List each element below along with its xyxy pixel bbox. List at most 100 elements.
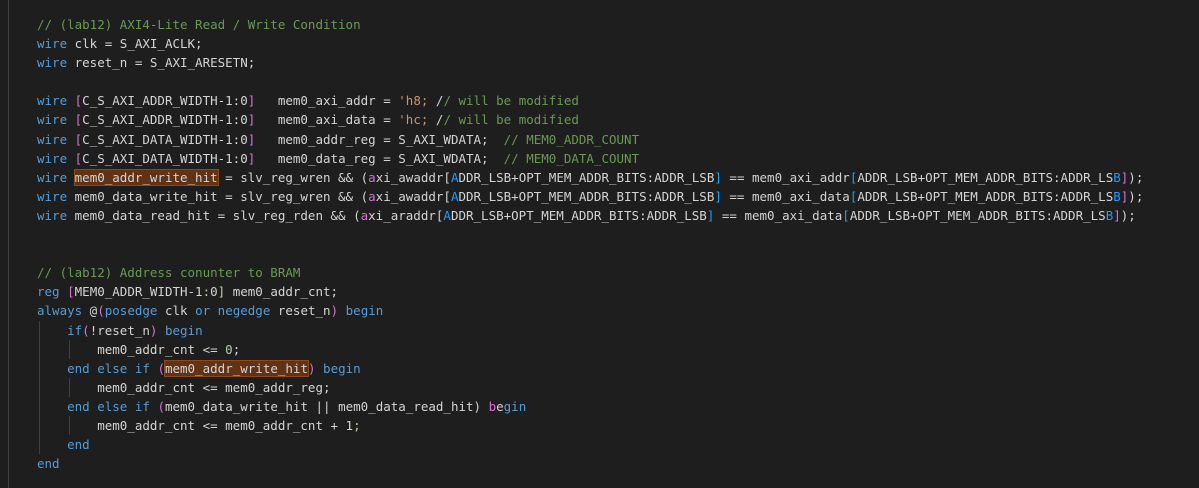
- code-line[interactable]: wire clk = S_AXI_ACLK;: [37, 34, 1143, 53]
- code-line[interactable]: // (lab12) AXI4-Lite Read / Write Condit…: [37, 15, 1143, 34]
- code-content[interactable]: // (lab12) AXI4-Lite Read / Write Condit…: [37, 15, 1143, 473]
- identifier: C_S_AXI_DATA_WIDTH-1:0: [82, 150, 248, 166]
- keyword: wire: [37, 207, 68, 223]
- identifier: mem0_data_read_hit = slv_reg_rden && (: [67, 207, 361, 223]
- identifier: xi_awaddr[: [375, 188, 451, 204]
- keyword: wire: [37, 169, 68, 185]
- identifier: !reset_n: [89, 322, 150, 338]
- string-literal: 'h8;: [398, 93, 429, 109]
- indent-guide: [69, 339, 70, 359]
- identifier: ): [1128, 188, 1136, 204]
- keyword: always: [37, 303, 83, 319]
- keyword: end: [67, 437, 90, 453]
- identifier: clk = S_AXI_ACLK;: [67, 36, 203, 52]
- identifier: = slv_reg_wren && (: [217, 169, 369, 185]
- identifier: [60, 284, 68, 299]
- identifier: xi_awaddr[: [375, 169, 451, 185]
- bracket: (: [157, 398, 165, 414]
- code-line[interactable]: mem0_addr_cnt <= mem0_addr_reg;: [37, 377, 1143, 397]
- identifier: ;: [232, 341, 241, 357]
- code-line[interactable]: end else if (mem0_data_write_hit || mem0…: [37, 396, 1143, 416]
- keyword: wire: [37, 36, 68, 52]
- identifier: [338, 303, 346, 318]
- identifier: xi_araddr[: [368, 207, 444, 223]
- bracket: ): [307, 360, 316, 376]
- keyword: if: [67, 322, 83, 338]
- identifier: MEM0_ADDR_WIDTH-1: [74, 284, 203, 300]
- identifier: C_S_AXI_ADDR_WIDTH-1:0: [82, 93, 248, 109]
- identifier: [37, 437, 67, 452]
- comment: // (lab12) AXI4-Lite Read / Write Condit…: [37, 17, 361, 32]
- code-line[interactable]: always @(posedge clk or negedge reset_n)…: [37, 301, 1143, 320]
- code-line[interactable]: mem0_addr_cnt <= mem0_addr_cnt + 1;: [37, 415, 1143, 436]
- keyword: else: [97, 360, 128, 376]
- identifier: clk: [157, 303, 196, 319]
- identifier: [127, 399, 135, 414]
- bracket: [225, 284, 233, 299]
- code-line[interactable]: if(!reset_n) begin: [37, 320, 1143, 340]
- identifier: ): [1128, 169, 1136, 185]
- keyword: wire: [37, 55, 68, 71]
- identifier: [210, 303, 218, 318]
- indent-guide: [39, 435, 40, 455]
- identifier: [67, 112, 75, 127]
- keyword: negedge: [217, 303, 271, 319]
- code-line[interactable]: wire reset_n = S_AXI_ARESETN;: [37, 53, 1143, 72]
- code-line[interactable]: wire mem0_data_write_hit = slv_reg_wren …: [37, 187, 1143, 206]
- code-line[interactable]: end else if (mem0_addr_write_hit) begin: [37, 358, 1143, 378]
- code-line[interactable]: [37, 244, 1143, 263]
- comment: // (lab12) Address conunter to BRAM: [37, 265, 301, 281]
- comment: / will be modified: [443, 93, 579, 109]
- keyword: end: [67, 398, 90, 414]
- code-line[interactable]: mem0_addr_cnt <= 0;: [37, 339, 1143, 359]
- keyword: else: [97, 398, 128, 414]
- bracket: ]: [714, 169, 722, 185]
- code-line[interactable]: wire mem0_addr_write_hit = slv_reg_wren …: [37, 168, 1143, 187]
- identifier: == mem0_axi_data: [714, 207, 843, 223]
- bracket: b: [488, 398, 497, 414]
- code-line[interactable]: wire [C_S_AXI_DATA_WIDTH-1:0] mem0_data_…: [37, 149, 1143, 168]
- code-line[interactable]: end: [37, 454, 1143, 473]
- bracket: ]: [1113, 207, 1121, 223]
- identifier: [37, 399, 67, 414]
- keyword: begin: [164, 322, 203, 338]
- code-line[interactable]: [37, 225, 1143, 244]
- code-editor[interactable]: // (lab12) AXI4-Lite Read / Write Condit…: [0, 0, 1199, 488]
- highlighted-identifier: mem0_addr_write_hit: [163, 359, 309, 377]
- code-line[interactable]: reg [MEM0_ADDR_WIDTH-1:0] mem0_addr_cnt;: [37, 282, 1143, 301]
- identifier: [157, 323, 165, 338]
- identifier: mem0_axi_data =: [255, 112, 399, 128]
- keyword: end: [37, 456, 60, 472]
- code-line[interactable]: wire [C_S_AXI_ADDR_WIDTH-1:0] mem0_axi_d…: [37, 110, 1143, 129]
- identifier: [316, 361, 324, 376]
- bracket: B: [1113, 188, 1121, 204]
- bracket: [: [67, 284, 75, 300]
- identifier: C_S_AXI_ADDR_WIDTH-1:0: [82, 112, 248, 128]
- identifier: ADDR_LSB+OPT_MEM_ADDR_BITS:ADDR_LS: [857, 188, 1114, 204]
- code-line[interactable]: end: [37, 435, 1143, 455]
- keyword: wire: [37, 112, 68, 128]
- bracket: (: [82, 322, 90, 338]
- keyword: posedge: [104, 303, 158, 319]
- identifier: reset_n: [270, 303, 331, 319]
- identifier: @: [82, 303, 98, 319]
- identifier: /: [428, 93, 444, 109]
- identifier: DDR_LSB+OPT_MEM_ADDR_BITS:ADDR_LSB: [458, 188, 715, 204]
- code-line[interactable]: wire [C_S_AXI_DATA_WIDTH-1:0] mem0_addr_…: [37, 130, 1143, 149]
- identifier: [37, 323, 67, 338]
- code-line[interactable]: wire [C_S_AXI_ADDR_WIDTH-1:0] mem0_axi_a…: [37, 91, 1143, 110]
- identifier: mem0_addr_reg = S_AXI_WDATA;: [255, 131, 504, 147]
- identifier: mem0_addr_cnt <= mem0_addr_cnt + 1: [37, 417, 354, 433]
- indent-guide: [69, 377, 70, 397]
- identifier: mem0_data_write_hit || mem0_data_read_hi…: [164, 398, 489, 414]
- code-line[interactable]: wire mem0_data_read_hit = slv_reg_rden &…: [37, 206, 1143, 225]
- number-literal: ;: [353, 417, 361, 433]
- bracket: a: [368, 169, 376, 185]
- identifier: [67, 151, 75, 166]
- code-line[interactable]: // (lab12) Address conunter to BRAM: [37, 263, 1143, 282]
- code-line[interactable]: [37, 72, 1143, 91]
- identifier: mem0_axi_addr =: [255, 93, 399, 109]
- identifier: mem0_data_reg = S_AXI_WDATA;: [255, 150, 504, 166]
- identifier: e: [496, 398, 504, 414]
- indent-guide: [39, 377, 40, 397]
